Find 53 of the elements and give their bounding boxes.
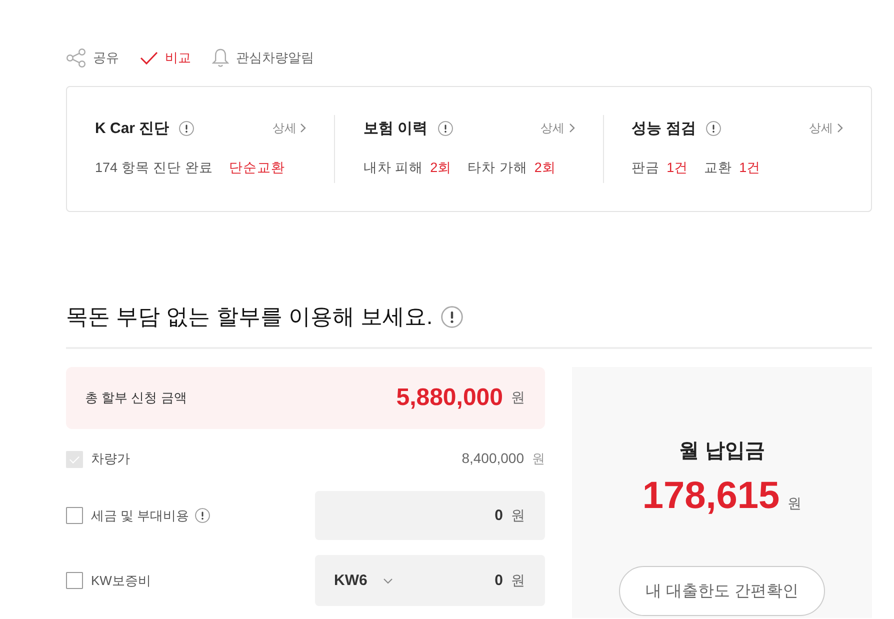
alert-button[interactable]: 관심차량알림 xyxy=(212,48,314,68)
detail-link[interactable]: 상세 xyxy=(272,120,306,136)
currency-unit: 원 xyxy=(532,450,545,468)
check-icon xyxy=(140,51,158,65)
info-icon[interactable] xyxy=(438,120,452,136)
amount-field[interactable]: 0 원 xyxy=(315,491,545,540)
fact-label: 내차 피해 xyxy=(363,159,424,177)
section-title: 보험 이력 xyxy=(363,118,428,138)
info-icon[interactable] xyxy=(195,508,210,523)
item-label: 세금 및 부대비용 xyxy=(91,506,190,524)
fact-label: 타차 가해 xyxy=(468,159,528,177)
loan-limit-button[interactable]: 내 대출한도 간편확인 xyxy=(619,566,825,616)
option-dropdown[interactable]: KW6 xyxy=(334,572,394,589)
total-label: 총 할부 신청 금액 xyxy=(85,389,188,407)
amount-field[interactable]: KW6 0 원 xyxy=(315,555,545,606)
currency-unit: 원 xyxy=(511,572,525,590)
info-icon[interactable] xyxy=(179,120,194,136)
amount-value: 8,400,000 xyxy=(462,450,524,466)
fact-value: 2회 xyxy=(430,159,452,177)
section-title: K Car 진단 xyxy=(95,118,170,138)
chevron-icon xyxy=(568,123,575,133)
fact-label: 교환 xyxy=(704,159,732,177)
info-icon[interactable] xyxy=(440,306,463,328)
section-title: 성능 점검 xyxy=(632,118,696,138)
monthly-payment-title: 월 납입금 xyxy=(679,439,765,464)
fact-label: 174 항목 진단 완료 xyxy=(95,159,213,177)
share-icon xyxy=(66,48,86,68)
share-button[interactable]: 공유 xyxy=(66,48,119,68)
currency-unit: 원 xyxy=(511,506,525,524)
fact-value: 2회 xyxy=(534,159,556,177)
fact-value: 1건 xyxy=(739,159,761,177)
currency-unit: 원 xyxy=(788,495,802,513)
monthly-amount: 178,615 xyxy=(642,474,780,519)
fact-label: 판금 xyxy=(632,159,660,177)
compare-button[interactable]: 비교 xyxy=(140,49,191,67)
chevron-icon xyxy=(300,123,306,133)
amount-value: 0 xyxy=(494,507,503,524)
checkbox[interactable] xyxy=(66,572,83,589)
bell-icon xyxy=(212,48,229,68)
fact-value: 1건 xyxy=(666,159,688,177)
info-icon[interactable] xyxy=(706,120,721,136)
caret-down-icon xyxy=(383,578,394,584)
detail-link[interactable]: 상세 xyxy=(808,120,843,136)
item-label: 차량가 xyxy=(91,450,130,468)
checkbox[interactable] xyxy=(66,507,83,524)
fact-value: 단순교환 xyxy=(228,159,285,177)
currency-unit: 원 xyxy=(511,389,525,407)
section-heading: 목돈 부담 없는 할부를 이용해 보세요. xyxy=(66,303,433,331)
amount-value: 0 xyxy=(494,572,503,589)
item-label: KW보증비 xyxy=(91,572,151,590)
total-amount: 5,880,000 xyxy=(396,384,503,412)
detail-link[interactable]: 상세 xyxy=(540,120,575,136)
chevron-icon xyxy=(836,123,843,133)
